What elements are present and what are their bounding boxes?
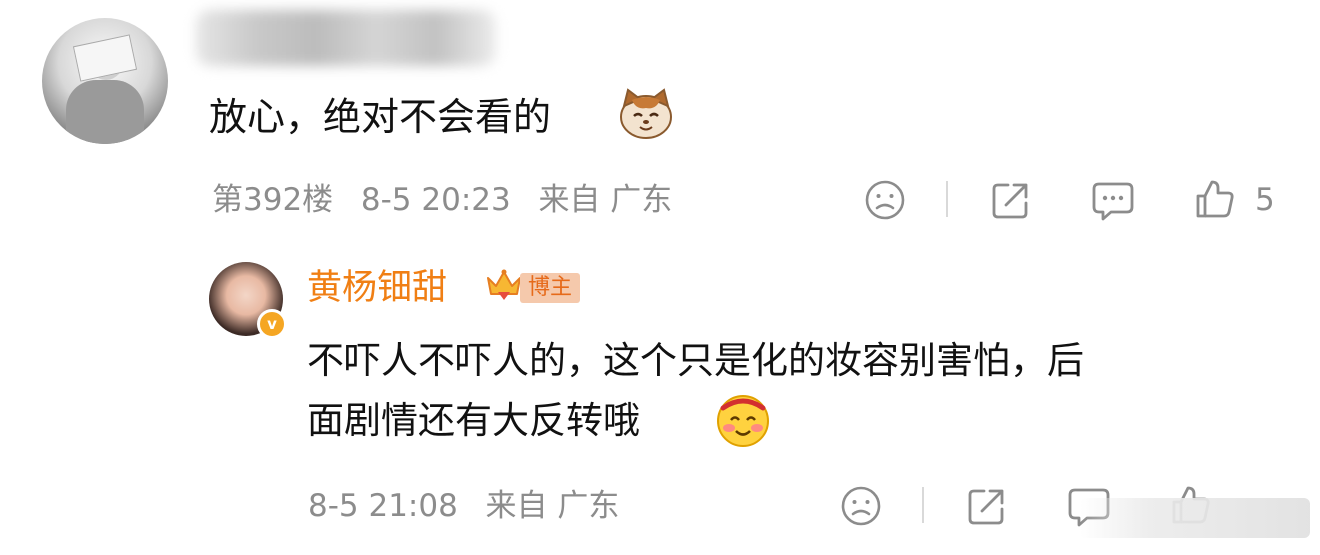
blushing-face-emoji (717, 395, 769, 447)
reply-time: 8-5 21:08 (308, 488, 458, 524)
reply-author-name[interactable]: 黄杨钿甜 (307, 266, 447, 310)
comment-time: 8-5 20:23 (360, 182, 511, 218)
reply-text-line1: 不吓人不吓人的，这个只是化的妆容别害怕，后 (307, 339, 1084, 382)
like-thumb-icon[interactable] (1194, 178, 1236, 220)
vip-crown-icon (487, 269, 521, 300)
reply-share-icon[interactable] (966, 485, 1008, 527)
comment-text: 放心，绝对不会看的 (209, 95, 552, 139)
like-count: 5 (1255, 182, 1275, 218)
verified-badge: v (257, 309, 287, 339)
watermark-overlay (1080, 498, 1310, 538)
cat-face-emoji (620, 88, 672, 139)
action-divider (946, 181, 948, 217)
dislike-face-icon[interactable] (864, 179, 906, 221)
share-icon[interactable] (990, 179, 1032, 221)
reply-location: 来自 广东 (485, 488, 620, 524)
comment-location: 来自 广东 (538, 182, 673, 218)
reply-text-line2: 面剧情还有大反转哦 (307, 399, 640, 442)
commenter-avatar[interactable] (42, 18, 168, 144)
comment-bubble-icon[interactable] (1091, 180, 1135, 222)
commenter-username-blurred[interactable] (196, 10, 496, 66)
comment-meta: 第392楼 8-5 20:23 来自 广东 (212, 180, 672, 220)
reply-dislike-face-icon[interactable] (840, 485, 882, 527)
blogger-badge: 博主 (520, 273, 581, 303)
reply-meta: 8-5 21:08 来自 广东 (308, 486, 619, 526)
floor-number: 第392楼 (212, 182, 334, 218)
reply-action-divider (922, 487, 924, 523)
